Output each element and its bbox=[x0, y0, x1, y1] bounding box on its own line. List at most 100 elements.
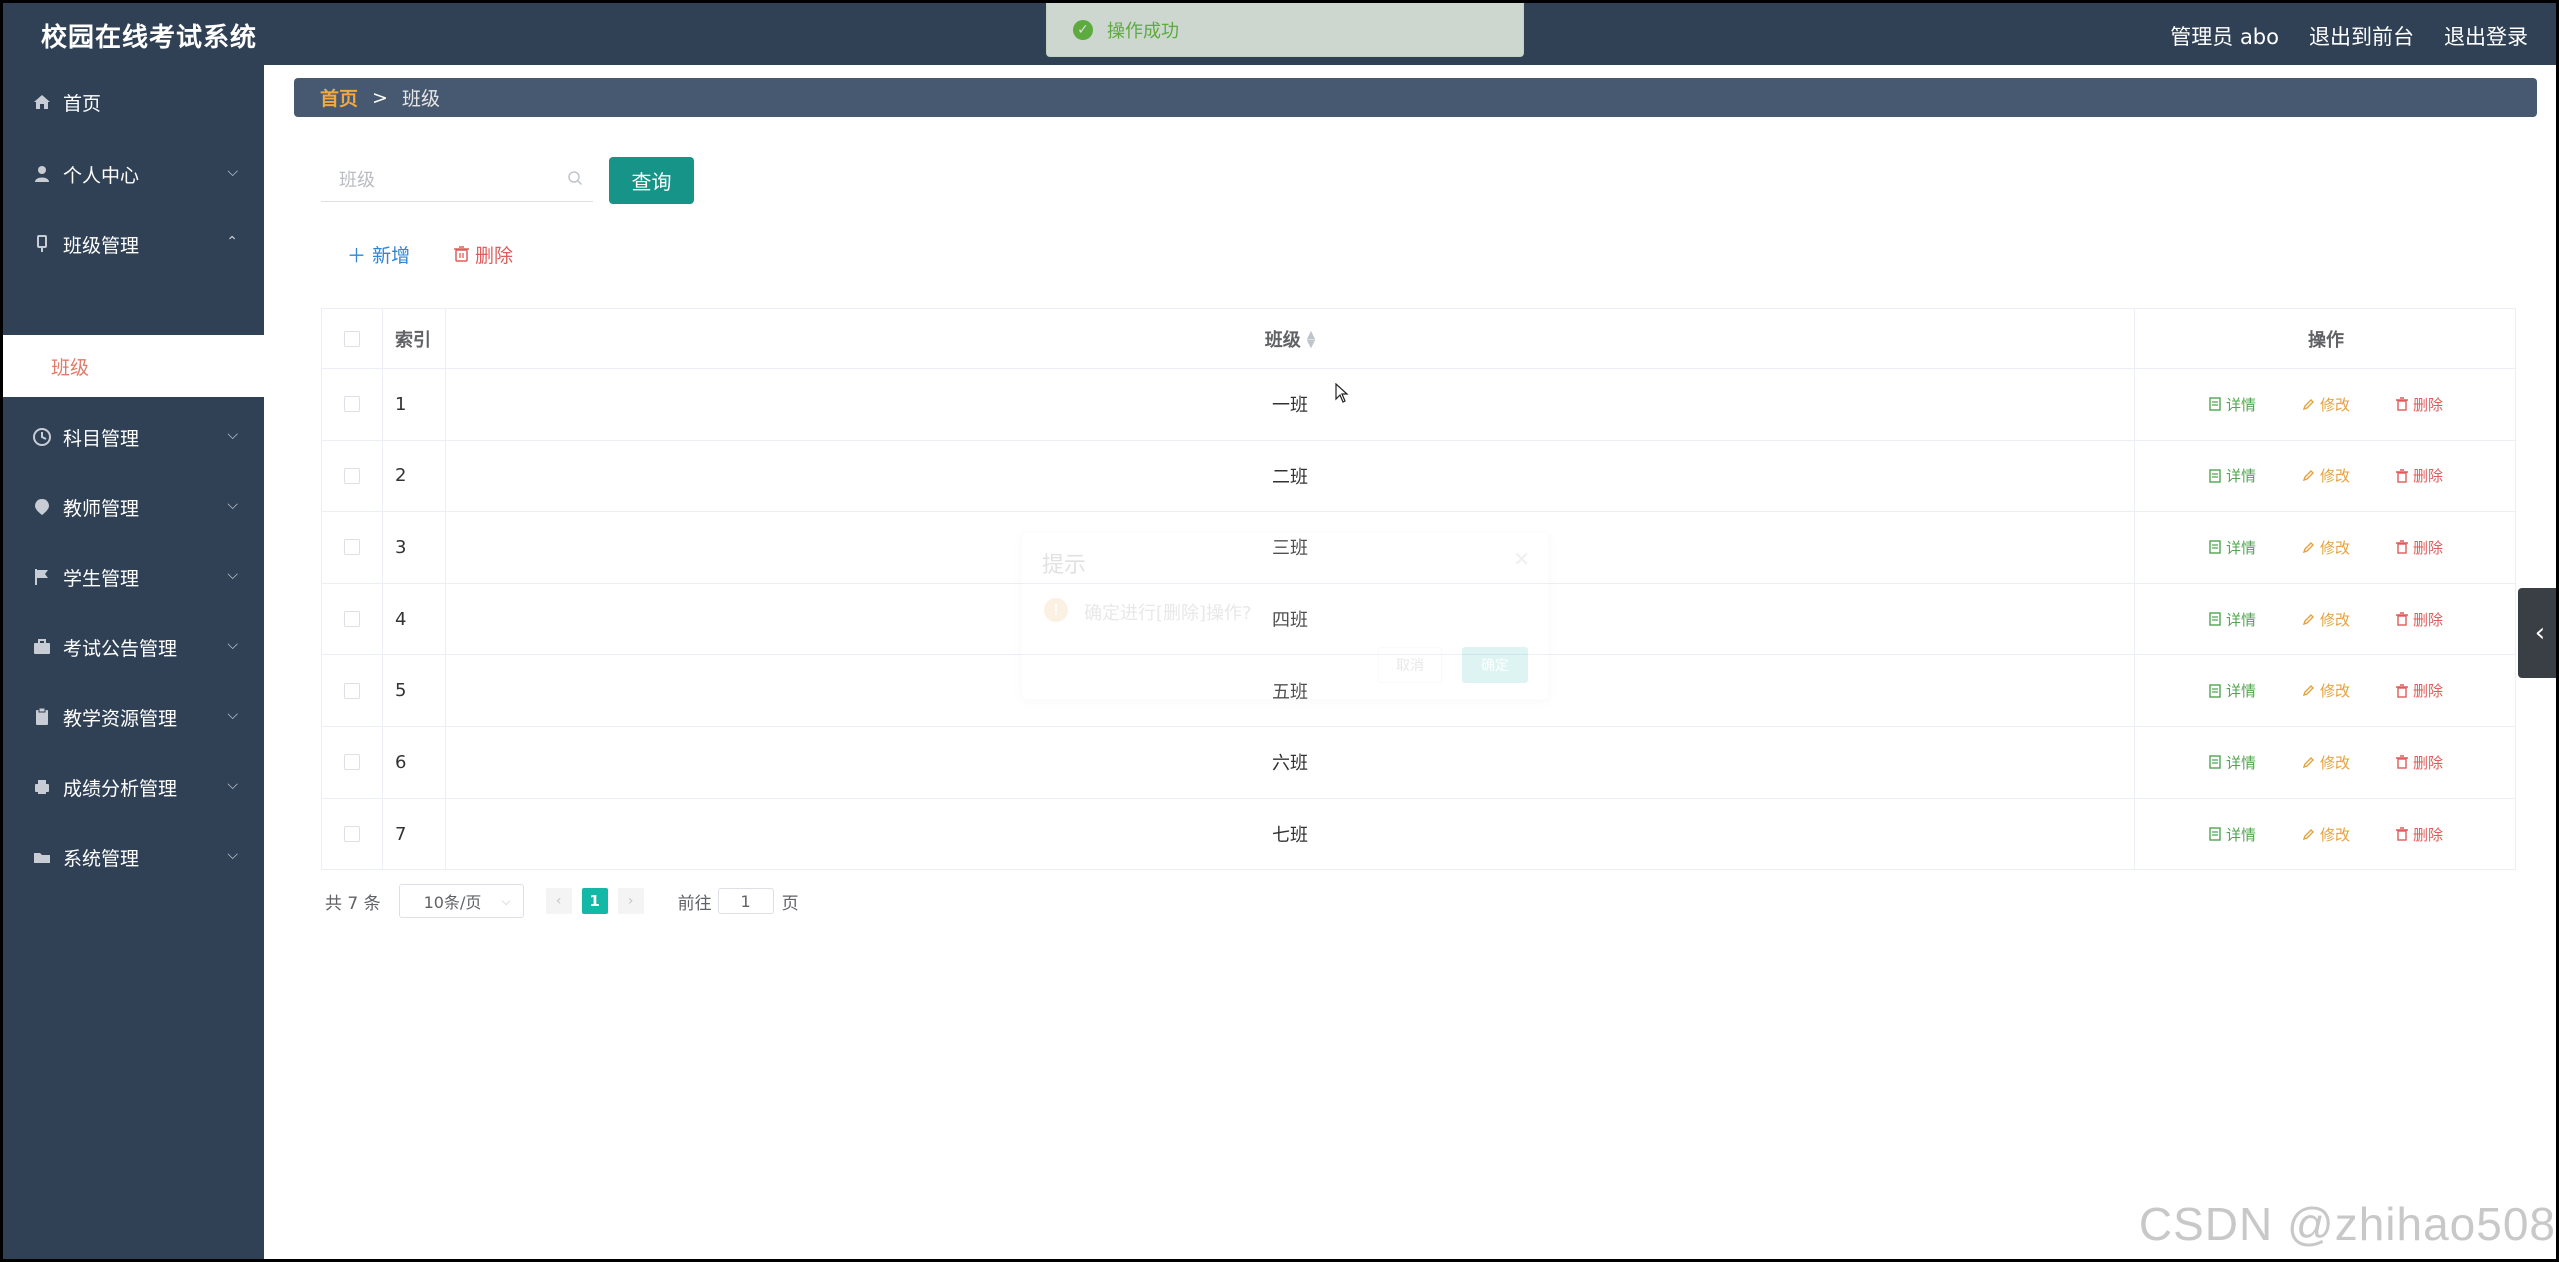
sidebar-item-subject-management[interactable]: 科目管理 ⌵ bbox=[3, 407, 264, 467]
edit-button[interactable]: 修改 bbox=[2302, 394, 2350, 415]
edit-button[interactable]: 修改 bbox=[2302, 465, 2350, 486]
delete-button[interactable]: 删除 bbox=[2396, 752, 2443, 773]
detail-button[interactable]: 详情 bbox=[2209, 537, 2256, 558]
row-class-name: 一班 bbox=[446, 369, 2135, 440]
prev-page-button[interactable]: ‹ bbox=[545, 888, 572, 914]
edit-button[interactable]: 修改 bbox=[2302, 537, 2350, 558]
edit-button[interactable]: 修改 bbox=[2302, 680, 2350, 701]
sidebar-item-teacher-management[interactable]: 教师管理 ⌵ bbox=[3, 477, 264, 537]
sidebar-item-score-analysis-management[interactable]: 成绩分析管理 ⌵ bbox=[3, 757, 264, 817]
logout-link[interactable]: 退出登录 bbox=[2444, 21, 2528, 51]
batch-delete-button[interactable]: 删除 bbox=[454, 241, 513, 268]
detail-button[interactable]: 详情 bbox=[2209, 680, 2256, 701]
row-operations: 详情 修改 删除 bbox=[2135, 584, 2517, 655]
row-checkbox[interactable] bbox=[344, 611, 360, 628]
row-checkbox[interactable] bbox=[344, 682, 360, 699]
chevron-down-icon: ⌵ bbox=[227, 427, 238, 443]
sort-icon[interactable]: ▲ ▼ bbox=[1307, 329, 1315, 349]
edit-button[interactable]: 修改 bbox=[2302, 752, 2350, 773]
row-checkbox[interactable] bbox=[344, 754, 360, 771]
detail-label: 详情 bbox=[2225, 753, 2256, 772]
page-size-select[interactable]: 10条/页 ⌵ bbox=[398, 884, 524, 918]
document-icon bbox=[2209, 683, 2221, 698]
exit-to-frontend-link[interactable]: 退出到前台 bbox=[2309, 21, 2414, 51]
row-operations: 详情 修改 删除 bbox=[2135, 369, 2517, 440]
sidebar-item-label: 班级管理 bbox=[63, 234, 140, 257]
delete-button[interactable]: 删除 bbox=[2396, 680, 2443, 701]
chevron-down-icon: ⌵ bbox=[227, 777, 238, 793]
row-checkbox-cell bbox=[322, 655, 383, 726]
detail-button[interactable]: 详情 bbox=[2209, 394, 2256, 415]
collapse-panel-button[interactable]: ‹ bbox=[2518, 588, 2556, 678]
delete-button[interactable]: 删除 bbox=[2396, 824, 2443, 845]
sidebar-item-system-management[interactable]: 系统管理 ⌵ bbox=[3, 827, 264, 887]
goto-page-input[interactable] bbox=[717, 888, 774, 914]
search-input[interactable] bbox=[321, 160, 593, 201]
delete-button[interactable]: 删除 bbox=[2396, 465, 2443, 486]
sidebar-item-label: 首页 bbox=[63, 92, 102, 115]
chevron-down-icon: ⌵ bbox=[227, 567, 238, 583]
sidebar-item-home[interactable]: 首页 bbox=[3, 72, 264, 132]
page-number-current[interactable]: 1 bbox=[581, 888, 608, 914]
warning-icon: ! bbox=[1044, 598, 1068, 622]
document-icon bbox=[2209, 612, 2221, 626]
breadcrumb-separator: > bbox=[372, 86, 388, 109]
detail-label: 详情 bbox=[2225, 467, 2256, 486]
sidebar-item-label: 科目管理 bbox=[63, 427, 140, 450]
next-page-button[interactable]: › bbox=[617, 888, 644, 914]
delete-button[interactable]: 删除 bbox=[2396, 609, 2443, 630]
class-icon bbox=[31, 233, 53, 255]
add-button[interactable]: ＋ 新增 bbox=[347, 241, 410, 268]
row-checkbox-cell bbox=[322, 369, 383, 440]
chevron-left-icon: ‹ bbox=[2534, 618, 2546, 648]
delete-button[interactable]: 删除 bbox=[2396, 394, 2443, 415]
dialog-confirm-button[interactable]: 确定 bbox=[1462, 647, 1528, 683]
detail-button[interactable]: 详情 bbox=[2209, 752, 2256, 773]
page-unit-label: 页 bbox=[781, 893, 799, 914]
select-all-checkbox[interactable] bbox=[344, 330, 360, 347]
sidebar-item-personal-center[interactable]: 个人中心 ⌵ bbox=[3, 144, 264, 204]
header-class[interactable]: 班级 ▲ ▼ bbox=[446, 309, 2135, 368]
close-icon[interactable]: ✕ bbox=[1513, 547, 1530, 571]
goto-label: 前往 bbox=[677, 893, 712, 914]
header-operation: 操作 bbox=[2308, 329, 2344, 351]
sidebar-item-label: 成绩分析管理 bbox=[63, 777, 178, 800]
sidebar-item-student-management[interactable]: 学生管理 ⌵ bbox=[3, 547, 264, 607]
edit-button[interactable]: 修改 bbox=[2302, 609, 2350, 630]
detail-label: 详情 bbox=[2225, 610, 2256, 629]
row-operations: 详情 修改 删除 bbox=[2135, 799, 2517, 871]
clock-icon bbox=[31, 426, 53, 448]
total-count: 共 7 条 bbox=[325, 893, 381, 914]
trash-icon bbox=[2396, 827, 2408, 842]
detail-button[interactable]: 详情 bbox=[2209, 465, 2256, 486]
detail-button[interactable]: 详情 bbox=[2209, 609, 2256, 630]
row-checkbox[interactable] bbox=[344, 467, 360, 484]
app-title: 校园在线考试系统 bbox=[41, 23, 258, 53]
edit-label: 修改 bbox=[2319, 682, 2350, 701]
detail-button[interactable]: 详情 bbox=[2209, 824, 2256, 845]
row-operations: 详情 修改 删除 bbox=[2135, 655, 2517, 726]
query-button[interactable]: 查询 bbox=[609, 157, 694, 204]
row-operations: 详情 修改 删除 bbox=[2135, 727, 2517, 798]
sidebar-item-exam-notice-management[interactable]: 考试公告管理 ⌵ bbox=[3, 617, 264, 677]
dialog-cancel-button[interactable]: 取消 bbox=[1378, 647, 1442, 683]
edit-icon bbox=[2302, 470, 2314, 482]
delete-button[interactable]: 删除 bbox=[2396, 537, 2443, 558]
document-icon bbox=[2209, 469, 2221, 483]
row-checkbox[interactable] bbox=[344, 396, 360, 413]
row-checkbox[interactable] bbox=[344, 539, 360, 556]
chevron-down-icon: ⌵ bbox=[227, 707, 238, 723]
sidebar-item-class-management[interactable]: 班级管理 ⌃ bbox=[3, 214, 264, 274]
row-checkbox[interactable] bbox=[344, 826, 360, 843]
edit-label: 修改 bbox=[2319, 753, 2350, 772]
sidebar-item-teaching-resource-management[interactable]: 教学资源管理 ⌵ bbox=[3, 687, 264, 747]
table-row: 6 六班 详情 修改 删除 bbox=[322, 727, 2515, 799]
edit-icon bbox=[2302, 828, 2314, 840]
edit-button[interactable]: 修改 bbox=[2302, 824, 2350, 845]
breadcrumb-home-link[interactable]: 首页 bbox=[320, 84, 358, 111]
home-icon bbox=[31, 91, 53, 113]
sidebar-subitem-class[interactable]: 班级 bbox=[3, 335, 264, 397]
chevron-down-icon: ⌵ bbox=[227, 164, 238, 180]
trash-icon bbox=[2396, 469, 2408, 483]
row-checkbox-cell bbox=[322, 512, 383, 583]
